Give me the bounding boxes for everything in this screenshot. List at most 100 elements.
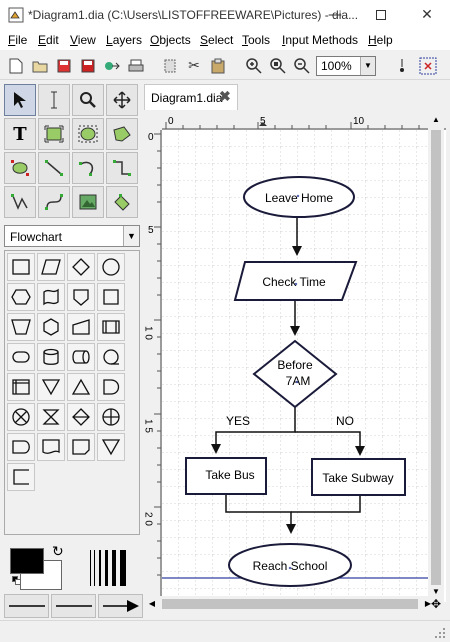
cut-icon[interactable]: ✂ <box>184 56 204 76</box>
line-tool-button[interactable] <box>38 152 70 184</box>
title-bar: *Diagram1.dia (C:\Users\LISTOFFREEWARE\P… <box>0 0 450 30</box>
disk-storage-shape-icon[interactable] <box>37 343 65 371</box>
chevron-down-icon[interactable]: ▼ <box>123 226 139 246</box>
reset-colors-icon[interactable] <box>12 576 22 586</box>
new-file-icon[interactable] <box>6 56 26 76</box>
document-shape-icon[interactable] <box>37 433 65 461</box>
manual-input-shape-icon[interactable] <box>67 313 95 341</box>
start-arrow-button[interactable] <box>4 594 49 618</box>
menu-file[interactable]: File <box>8 33 27 47</box>
tab-diagram1[interactable]: Diagram1.dia ✖ <box>144 84 238 110</box>
text-edit-tool-button[interactable] <box>38 84 70 116</box>
delay-shape-icon[interactable] <box>97 373 125 401</box>
annotation-shape-icon[interactable] <box>7 463 35 491</box>
h-ruler-tick-10: 10 <box>353 116 365 127</box>
swap-colors-icon[interactable]: ↻ <box>52 544 64 560</box>
summing-junction-shape-icon[interactable] <box>7 403 35 431</box>
print-icon[interactable] <box>126 56 146 76</box>
menu-tools[interactable]: Tools <box>242 33 270 47</box>
direct-access-storage-shape-icon[interactable] <box>67 343 95 371</box>
sort-shape-icon[interactable] <box>67 403 95 431</box>
menu-layers[interactable]: Layers <box>106 33 142 47</box>
end-arrow-button[interactable] <box>98 594 143 618</box>
pointer-tool-button[interactable] <box>4 84 36 116</box>
paste-icon[interactable] <box>208 56 228 76</box>
horizontal-scrollbar[interactable]: ◀ ▶ <box>144 596 444 612</box>
line-width-icon <box>90 550 126 586</box>
export-icon[interactable] <box>102 56 122 76</box>
decision-shape-icon[interactable] <box>67 253 95 281</box>
zoom-select[interactable]: 100% ▼ <box>316 56 376 76</box>
arc-tool-button[interactable] <box>72 152 104 184</box>
sheet-select[interactable]: Flowchart ▼ <box>4 225 140 247</box>
h-ruler-tick-0: 0 <box>168 116 174 127</box>
zigzag-line-tool-button[interactable] <box>106 152 138 184</box>
menu-edit[interactable]: Edit <box>38 33 59 47</box>
menu-view[interactable]: View <box>70 33 96 47</box>
display-shape-icon[interactable] <box>7 433 35 461</box>
snap-to-grid-icon[interactable] <box>392 56 412 76</box>
vertical-scroll-thumb[interactable] <box>431 130 441 585</box>
manual-operation-shape-icon[interactable] <box>7 313 35 341</box>
zoom-out-icon[interactable] <box>292 56 312 76</box>
navigation-icon[interactable]: ✥ <box>428 597 444 613</box>
offpage-shape-icon[interactable] <box>67 283 95 311</box>
menu-help[interactable]: Help <box>368 33 393 47</box>
vertical-scrollbar[interactable]: ▲ ▼ <box>428 112 444 602</box>
line-width-selector[interactable] <box>88 548 128 588</box>
bezier-line-tool-button[interactable] <box>38 186 70 218</box>
scroll-tool-button[interactable] <box>106 84 138 116</box>
horizontal-scroll-thumb[interactable] <box>162 599 418 609</box>
polyline-tool-button[interactable] <box>4 186 36 218</box>
close-button[interactable]: ✕ <box>404 0 450 30</box>
beziergon-tool-button[interactable] <box>4 152 36 184</box>
extract-shape-icon[interactable] <box>67 373 95 401</box>
hexagon-shape-icon[interactable] <box>37 313 65 341</box>
preparation-shape-icon[interactable] <box>7 283 35 311</box>
offline-storage-shape-icon[interactable] <box>67 433 95 461</box>
close-icon: ✕ <box>421 7 433 23</box>
status-bar <box>0 620 450 640</box>
zoom-in-icon[interactable] <box>244 56 264 76</box>
scroll-left-icon[interactable]: ◀ <box>146 598 158 610</box>
minimize-button[interactable]: — <box>312 0 358 30</box>
foreground-color-swatch[interactable] <box>10 548 44 574</box>
terminal-shape-icon[interactable] <box>7 343 35 371</box>
predefined-process-shape-icon[interactable] <box>97 313 125 341</box>
diagram-canvas[interactable]: 0 5 10 0 5 1 0 1 5 2 0 Leave Home Check … <box>144 112 446 602</box>
save-icon[interactable] <box>54 56 74 76</box>
text-tool-button[interactable]: T <box>4 118 36 150</box>
menu-objects[interactable]: Objects <box>150 33 191 47</box>
box-tool-button[interactable] <box>38 118 70 150</box>
chevron-down-icon[interactable]: ▼ <box>360 57 375 75</box>
scroll-up-icon[interactable]: ▲ <box>430 114 442 126</box>
zoom-fit-icon[interactable] <box>268 56 288 76</box>
maximize-button[interactable] <box>358 0 404 30</box>
close-tab-icon[interactable]: ✖ <box>219 88 231 105</box>
sequential-storage-shape-icon[interactable] <box>97 343 125 371</box>
menu-select[interactable]: Select <box>200 33 233 47</box>
punched-tape-shape-icon[interactable] <box>37 283 65 311</box>
magnify-tool-button[interactable] <box>72 84 104 116</box>
resize-grip-icon[interactable] <box>434 627 446 639</box>
polygon-tool-button[interactable] <box>106 118 138 150</box>
card-shape-icon[interactable] <box>97 283 125 311</box>
save-as-icon[interactable] <box>78 56 98 76</box>
open-folder-icon[interactable] <box>30 56 50 76</box>
triangle-shape-icon[interactable] <box>97 433 125 461</box>
internal-storage-shape-icon[interactable] <box>7 373 35 401</box>
collate-shape-icon[interactable] <box>37 403 65 431</box>
io-shape-icon[interactable] <box>37 253 65 281</box>
snap-to-objects-icon[interactable] <box>418 56 438 76</box>
ellipse-tool-button[interactable] <box>72 118 104 150</box>
image-tool-button[interactable] <box>72 186 104 218</box>
outline-tool-button[interactable] <box>106 186 138 218</box>
tool-palette: T <box>2 84 142 219</box>
line-style-button[interactable] <box>51 594 96 618</box>
merge-shape-icon[interactable] <box>37 373 65 401</box>
copy-icon[interactable] <box>160 56 180 76</box>
connector-shape-icon[interactable] <box>97 253 125 281</box>
menu-input-methods[interactable]: Input Methods <box>282 33 358 47</box>
process-shape-icon[interactable] <box>7 253 35 281</box>
or-shape-icon[interactable] <box>97 403 125 431</box>
